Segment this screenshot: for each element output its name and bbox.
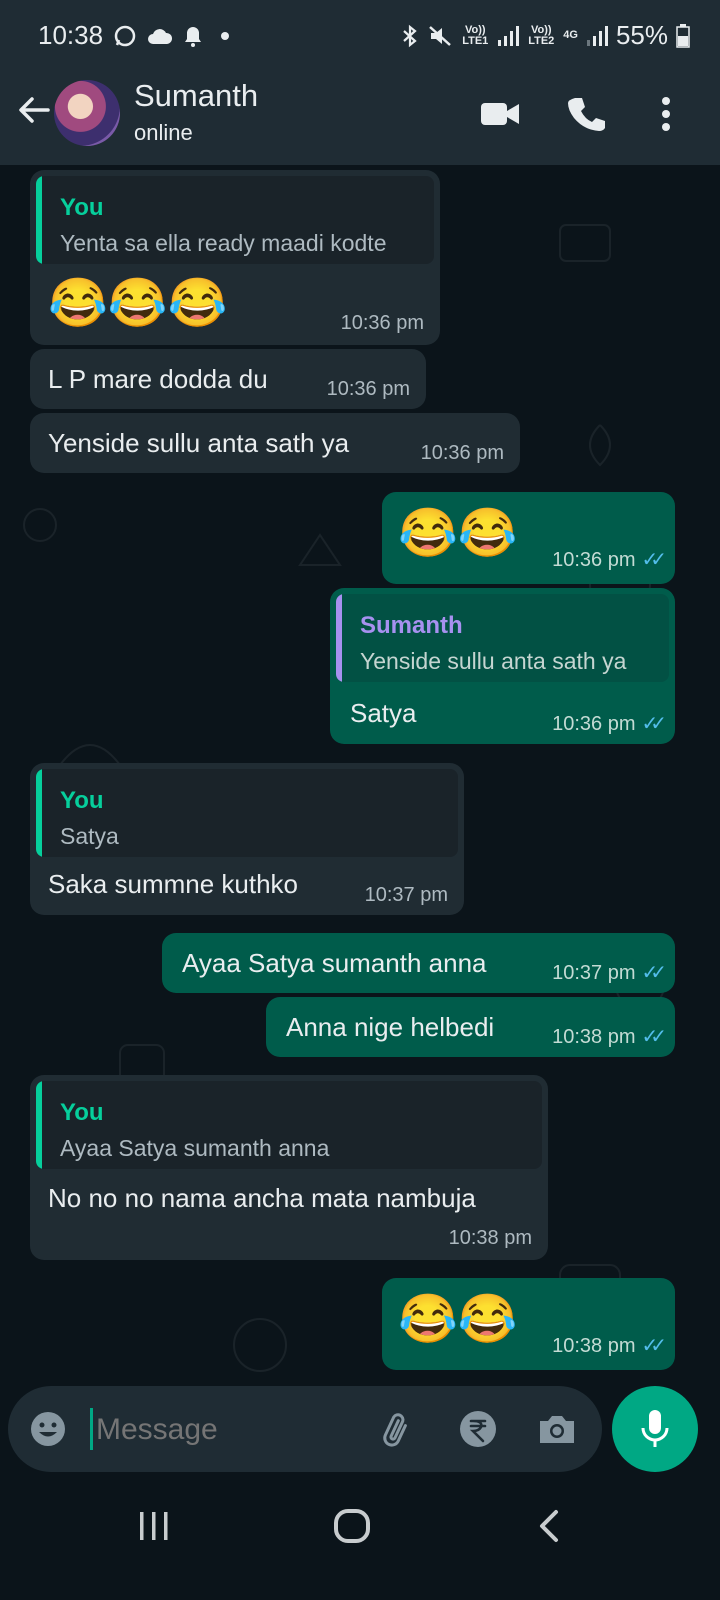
message-time: 10:38 pm [448,1227,532,1249]
clock: 10:38 [38,20,104,50]
sim1-indicator: Vo)) LTE1 [461,23,489,47]
quote-bar [36,1081,42,1169]
sim1-label: Vo)) LTE1 [462,23,489,47]
quote-bar [36,769,42,857]
sim2-label: Vo)) LTE2 [528,23,555,47]
read-receipt-icon: ✓✓ [641,1026,666,1048]
message-bubble-outgoing[interactable]: Ayaa Satya sumanth anna 10:37 pm ✓✓ [162,933,675,993]
quote-author: You [60,194,104,221]
signal2-icon [586,25,608,46]
message-text: L P mare dodda du [48,364,268,394]
quoted-message[interactable]: You Satya [36,769,458,857]
rupee-payment-icon[interactable] [458,1409,498,1449]
message-time: 10:38 pm ✓✓ [552,1333,667,1358]
quote-text: Ayaa Satya sumanth anna [60,1135,330,1161]
message-emoji: 😂😂 [398,507,518,560]
message-text: Anna nige helbedi [286,1012,495,1042]
message-bubble-incoming[interactable]: You Satya Saka summne kuthko 10:37 pm [30,763,464,915]
contact-name[interactable]: Sumanth [134,78,258,114]
message-bubble-outgoing[interactable]: 😂😂 10:36 pm ✓✓ [382,492,675,584]
message-time-text: 10:36 pm [552,713,636,735]
quote-author: Sumanth [360,612,463,639]
bluetooth-icon [403,24,417,47]
message-time: 10:38 pm ✓✓ [552,1024,667,1049]
message-input[interactable] [94,1404,358,1456]
more-options-icon[interactable] [644,92,688,136]
status-right: Vo)) LTE1 Vo)) LTE2 4G 55% [401,20,690,51]
message-bubble-outgoing[interactable]: 😂😂 10:38 pm ✓✓ [382,1278,675,1370]
back-arrow-icon[interactable] [12,88,56,132]
chat-area[interactable]: You Yenta sa ella ready maadi kodte 😂😂😂 … [0,165,720,1410]
quoted-message[interactable]: You Ayaa Satya sumanth anna [36,1081,542,1169]
message-emoji: 😂😂 [398,1293,518,1346]
back-icon[interactable] [530,1506,570,1546]
contact-status: online [134,120,193,145]
message-time: 10:36 pm ✓✓ [552,547,667,572]
message-time-text: 10:36 pm [552,549,636,571]
video-call-icon[interactable] [478,92,522,136]
whatsapp-notification-icon [114,25,136,46]
notification-dot [221,31,230,40]
chat-header: Sumanth online [0,70,720,165]
quoted-message[interactable]: Sumanth Yenside sullu anta sath ya [336,594,669,682]
message-time: 10:36 pm [340,312,424,334]
message-bubble-incoming[interactable]: You Ayaa Satya sumanth anna No no no nam… [30,1075,548,1260]
message-time: 10:37 pm [364,884,448,906]
message-text: Ayaa Satya sumanth anna [182,948,487,978]
quote-text: Satya [60,823,119,849]
mic-button[interactable] [612,1386,698,1472]
camera-icon[interactable] [536,1409,578,1449]
message-time: 10:36 pm ✓✓ [552,711,667,736]
avatar[interactable] [54,80,120,146]
mute-icon [429,25,452,46]
read-receipt-icon: ✓✓ [641,713,666,735]
quote-bar [336,594,342,682]
network-type: 4G [563,29,578,41]
quote-author: You [60,787,104,814]
read-receipt-icon: ✓✓ [641,549,666,571]
message-text: Saka summne kuthko [48,869,299,899]
attach-icon[interactable] [376,1409,416,1449]
message-bubble-incoming[interactable]: You Yenta sa ella ready maadi kodte 😂😂😂 … [30,170,440,345]
message-composer [8,1386,602,1472]
mic-icon [641,1410,669,1447]
status-left: 10:38 [38,20,230,51]
message-emoji: 😂😂😂 [48,277,228,330]
sim2-indicator: Vo)) LTE2 [527,23,555,47]
read-receipt-icon: ✓✓ [641,1335,666,1357]
cloud-icon [148,28,173,44]
emoji-icon[interactable] [28,1409,68,1449]
quote-text: Yenside sullu anta sath ya [360,648,627,674]
message-text: No no no nama ancha mata nambuja [48,1183,476,1213]
message-bubble-outgoing[interactable]: Anna nige helbedi 10:38 pm ✓✓ [266,997,675,1057]
phone-icon[interactable] [566,92,610,136]
system-nav-bar [0,1480,720,1600]
message-time-text: 10:38 pm [552,1335,636,1357]
bell-icon [185,26,202,47]
quote-bar [36,176,42,264]
battery-percent: 55% [615,20,668,50]
read-receipt-icon: ✓✓ [641,962,666,984]
message-time: 10:36 pm [420,442,504,464]
message-text: Satya [350,698,417,728]
message-bubble-incoming[interactable]: L P mare dodda du 10:36 pm [30,349,426,409]
home-icon[interactable] [332,1506,372,1546]
quote-author: You [60,1099,104,1126]
message-time-text: 10:37 pm [552,962,636,984]
message-bubble-incoming[interactable]: Yenside sullu anta sath ya 10:36 pm [30,413,520,473]
recent-apps-icon[interactable] [134,1506,174,1546]
message-time-text: 10:38 pm [552,1026,636,1048]
message-bubble-outgoing[interactable]: Sumanth Yenside sullu anta sath ya Satya… [330,588,675,744]
battery-icon [676,23,690,48]
message-time: 10:36 pm [326,378,410,400]
status-bar: 10:38 Vo)) LTE1 Vo)) LTE2 4G 55% [0,0,720,70]
message-time: 10:37 pm ✓✓ [552,960,667,985]
quote-text: Yenta sa ella ready maadi kodte [60,230,387,256]
signal1-icon [498,25,520,46]
text-cursor [90,1408,93,1450]
message-text: Yenside sullu anta sath ya [48,428,350,458]
quoted-message[interactable]: You Yenta sa ella ready maadi kodte [36,176,434,264]
